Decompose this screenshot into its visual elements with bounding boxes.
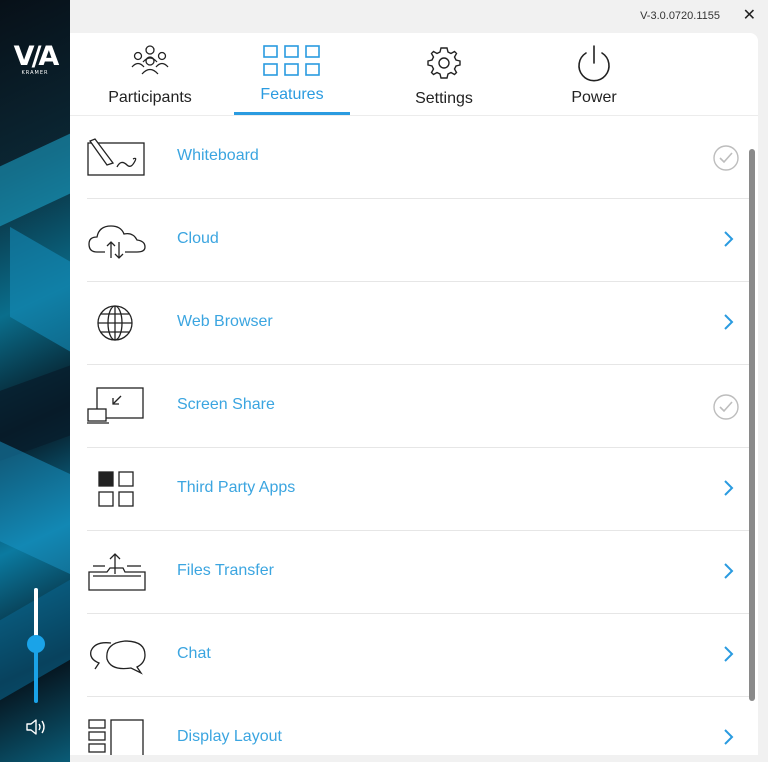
tab-settings[interactable]: Settings bbox=[390, 33, 498, 115]
tab-power[interactable]: Power bbox=[542, 33, 646, 115]
display-layout-icon bbox=[88, 719, 144, 755]
cloud-icon bbox=[88, 225, 146, 259]
feature-row-display-layout[interactable]: Display Layout bbox=[87, 696, 755, 755]
feature-label: Third Party Apps bbox=[177, 479, 296, 496]
volume-slider-handle[interactable] bbox=[27, 635, 45, 653]
apps-icon bbox=[98, 471, 134, 507]
feature-label: Cloud bbox=[177, 230, 219, 247]
feature-row-third-party-apps[interactable]: Third Party Apps bbox=[87, 447, 755, 531]
features-card: Participants Features Settings Power Whi… bbox=[70, 33, 758, 755]
globe-icon bbox=[97, 305, 133, 341]
version-label: V-3.0.0720.1155 bbox=[640, 10, 720, 22]
checkmark-circle-icon bbox=[713, 145, 739, 171]
feature-label: Whiteboard bbox=[177, 147, 259, 164]
chevron-right-icon bbox=[724, 314, 734, 330]
chevron-right-icon bbox=[724, 729, 734, 745]
power-icon bbox=[578, 45, 610, 82]
grid-icon bbox=[263, 45, 320, 76]
sidebar: V/A KRAMER bbox=[0, 0, 70, 762]
feature-label: Chat bbox=[177, 645, 211, 662]
tab-label: Participants bbox=[108, 89, 192, 106]
chevron-right-icon bbox=[724, 563, 734, 579]
feature-label: Files Transfer bbox=[177, 562, 274, 579]
gear-icon bbox=[427, 47, 461, 79]
kramer-via-logo: V/A KRAMER bbox=[13, 41, 60, 76]
chat-icon bbox=[90, 640, 146, 675]
screen-share-icon bbox=[87, 387, 144, 424]
speaker-icon[interactable] bbox=[24, 716, 50, 738]
chevron-right-icon bbox=[724, 480, 734, 496]
feature-row-files-transfer[interactable]: Files Transfer bbox=[87, 530, 755, 614]
feature-row-screen-share[interactable]: Screen Share bbox=[87, 364, 755, 448]
checkmark-circle-icon bbox=[713, 394, 739, 420]
feature-row-chat[interactable]: Chat bbox=[87, 613, 755, 697]
scrollbar[interactable] bbox=[749, 149, 755, 701]
chevron-right-icon bbox=[724, 231, 734, 247]
tab-label: Features bbox=[260, 86, 324, 103]
chevron-right-icon bbox=[724, 646, 734, 662]
feature-label: Screen Share bbox=[177, 396, 275, 413]
whiteboard-icon bbox=[87, 138, 145, 176]
feature-label: Display Layout bbox=[177, 728, 282, 745]
feature-row-cloud[interactable]: Cloud bbox=[87, 198, 755, 282]
feature-row-web-browser[interactable]: Web Browser bbox=[87, 281, 755, 365]
close-button[interactable]: ✕ bbox=[743, 5, 756, 24]
participants-icon bbox=[131, 45, 169, 75]
tab-label: Settings bbox=[415, 90, 473, 107]
feature-label: Web Browser bbox=[177, 313, 273, 330]
files-transfer-icon bbox=[88, 553, 146, 591]
feature-row-whiteboard[interactable]: Whiteboard bbox=[87, 115, 755, 199]
tab-bar: Participants Features Settings Power bbox=[70, 33, 758, 116]
main-panel: V-3.0.0720.1155 ✕ Participants Features … bbox=[70, 0, 768, 762]
tab-features[interactable]: Features bbox=[234, 33, 350, 115]
tab-label: Power bbox=[571, 89, 617, 106]
tab-participants[interactable]: Participants bbox=[94, 33, 206, 115]
